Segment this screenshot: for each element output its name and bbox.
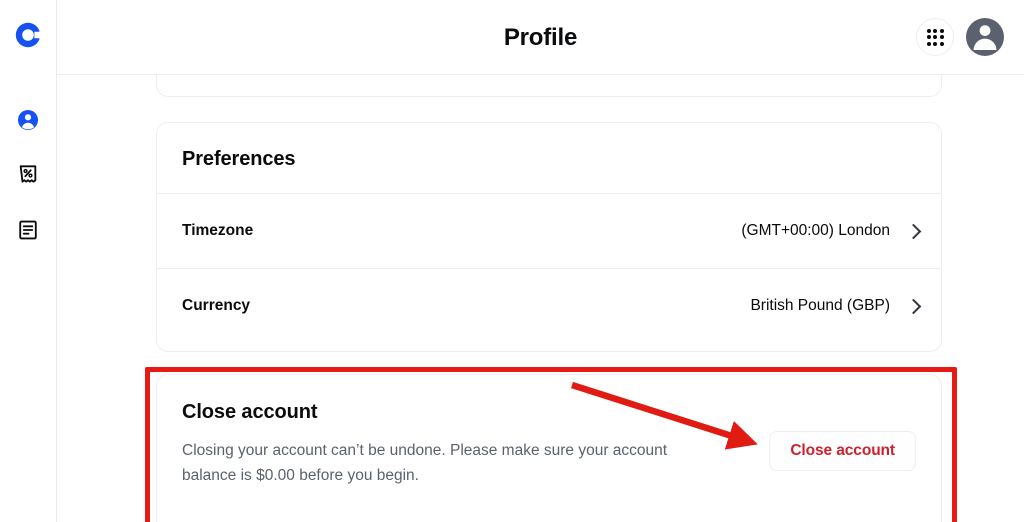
close-account-title: Close account (182, 401, 318, 423)
page-header: Profile (57, 0, 1024, 75)
preferences-row-timezone[interactable]: Timezone (GMT+00:00) London (157, 193, 941, 268)
page-title: Profile (503, 24, 578, 51)
sidebar-item-profile[interactable] (13, 107, 43, 137)
close-account-card: Close account Closing your account can’t… (156, 374, 942, 522)
close-account-body: Close account Closing your account can’t… (157, 375, 941, 488)
document-lines-icon (17, 219, 39, 246)
profile-page: Profile Preferences Timezone (GMT+00:00)… (0, 0, 1024, 522)
card-above-cutoff (156, 75, 942, 97)
header-actions (916, 18, 1004, 56)
preferences-card: Preferences Timezone (GMT+00:00) London … (156, 122, 942, 352)
person-circle-icon (16, 108, 40, 137)
sidebar (0, 0, 57, 522)
preferences-row-currency[interactable]: Currency British Pound (GBP) (157, 268, 941, 343)
row-value: (GMT+00:00) London (741, 222, 890, 239)
grid-dots (926, 28, 944, 46)
coinbase-logo[interactable] (11, 18, 45, 52)
row-label: Currency (182, 297, 251, 314)
row-label: Timezone (182, 222, 254, 239)
sidebar-item-statements[interactable] (13, 217, 43, 247)
row-value: British Pound (GBP) (750, 297, 890, 314)
preferences-title: Preferences (182, 148, 296, 170)
grid-apps-icon[interactable] (916, 18, 954, 56)
user-avatar-icon (966, 18, 1004, 56)
sidebar-nav (13, 107, 43, 247)
sidebar-item-rewards[interactable] (13, 162, 43, 192)
chevron-right-icon (905, 298, 922, 314)
receipt-percent-icon (17, 164, 39, 191)
chevron-right-icon (905, 223, 922, 239)
close-account-button[interactable]: Close account (769, 431, 916, 471)
close-account-description: Closing your account can’t be undone. Pl… (182, 442, 668, 485)
row-right: British Pound (GBP) (750, 297, 922, 315)
content-scroll-area[interactable]: Preferences Timezone (GMT+00:00) London … (57, 75, 1024, 522)
row-right: (GMT+00:00) London (741, 222, 922, 240)
avatar[interactable] (966, 18, 1004, 56)
